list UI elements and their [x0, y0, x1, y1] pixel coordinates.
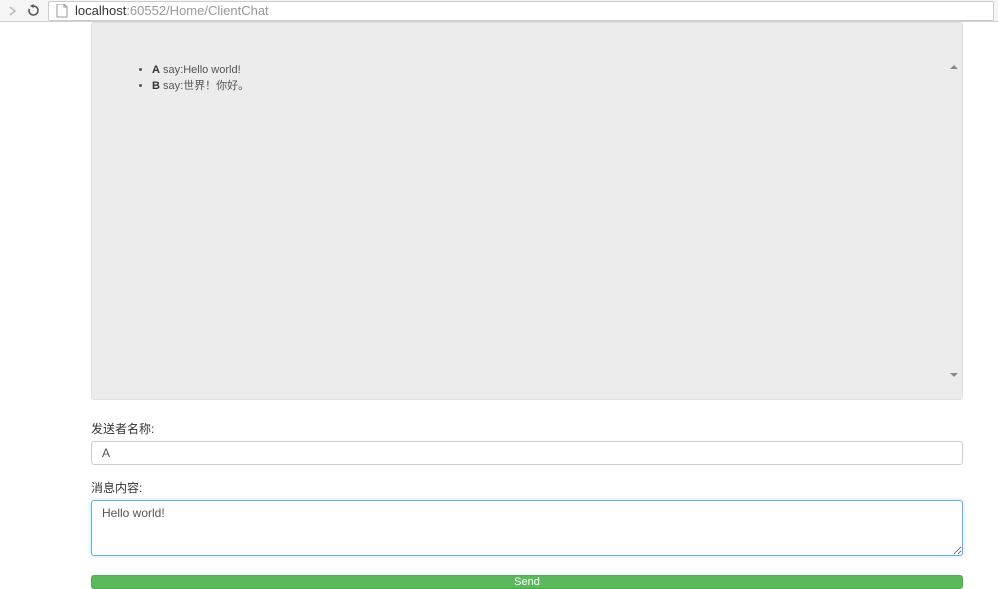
message-say: say:	[160, 80, 183, 92]
browser-toolbar: localhost:60552/Home/ClientChat	[0, 0, 998, 22]
forward-arrow-icon[interactable]	[4, 2, 22, 20]
chat-history-panel: A say:Hello world! B say:世界！你好。	[91, 22, 963, 400]
chat-message: B say:世界！你好。	[152, 79, 946, 94]
page-icon	[55, 4, 69, 18]
message-sender: B	[152, 80, 160, 92]
sender-name-input[interactable]	[91, 441, 963, 465]
reload-icon[interactable]	[24, 2, 42, 20]
url-rest: :60552/Home/ClientChat	[126, 3, 268, 18]
scrollbar[interactable]	[946, 23, 962, 399]
message-sender: A	[152, 64, 160, 76]
message-text: Hello world!	[183, 64, 240, 76]
url-host: localhost	[75, 3, 126, 18]
sender-name-label: 发送者名称:	[91, 420, 963, 437]
message-say: say:	[160, 64, 183, 76]
message-content-textarea[interactable]	[91, 500, 963, 556]
send-button[interactable]: Send	[91, 575, 963, 589]
message-text: 世界！你好。	[183, 80, 249, 92]
message-content-label: 消息内容:	[91, 479, 963, 496]
scroll-down-icon[interactable]	[950, 373, 958, 377]
chat-message-list: A say:Hello world! B say:世界！你好。	[92, 63, 946, 95]
address-bar[interactable]: localhost:60552/Home/ClientChat	[48, 1, 994, 21]
chat-message: A say:Hello world!	[152, 63, 946, 78]
url-text: localhost:60552/Home/ClientChat	[75, 3, 269, 18]
scroll-up-icon[interactable]	[950, 65, 958, 69]
